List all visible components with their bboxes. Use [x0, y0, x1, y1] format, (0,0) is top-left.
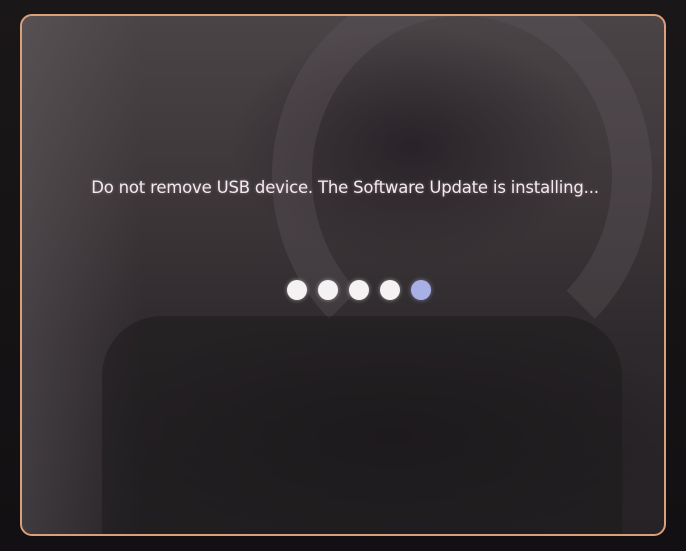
progress-dot-active: [411, 280, 431, 300]
progress-dot: [287, 280, 307, 300]
display-screen: Do not remove USB device. The Software U…: [20, 14, 666, 536]
progress-dot: [380, 280, 400, 300]
progress-indicator: [22, 280, 664, 300]
progress-dot: [349, 280, 369, 300]
screen-glare: [22, 16, 142, 534]
progress-dot: [318, 280, 338, 300]
device-bezel: Do not remove USB device. The Software U…: [0, 0, 686, 551]
update-status-message: Do not remove USB device. The Software U…: [91, 178, 599, 197]
background-reflection-panel: [102, 316, 622, 534]
